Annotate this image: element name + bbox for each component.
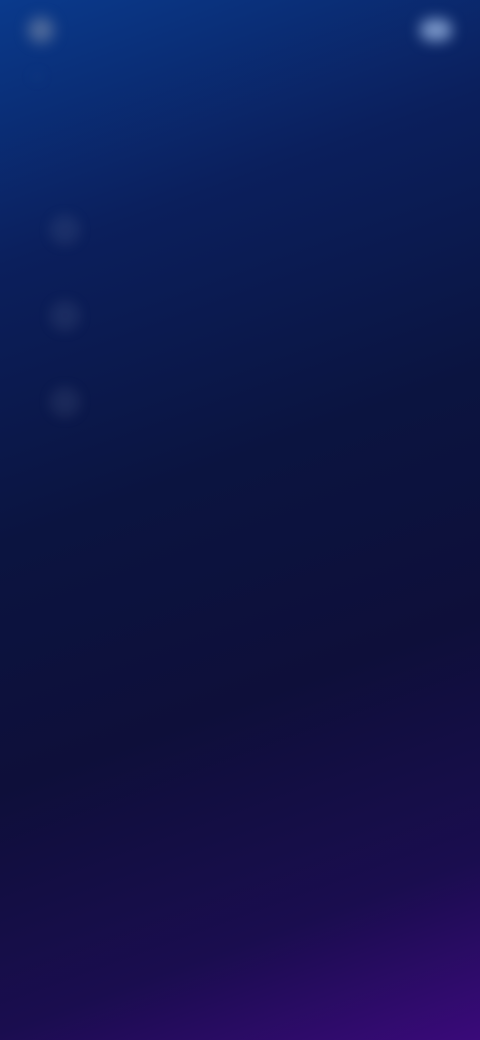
top-bar: [28, 14, 452, 46]
arrow-left-icon[interactable]: ←: [30, 66, 48, 84]
radio-icon: [54, 391, 76, 413]
header-action-button[interactable]: [412, 19, 452, 41]
option-item-1[interactable]: [44, 200, 444, 260]
breadcrumb: ←: [30, 66, 74, 84]
option-item-3[interactable]: [44, 372, 444, 432]
radio-icon: [54, 305, 76, 327]
radio-icon: [54, 219, 76, 241]
option-item-2[interactable]: [44, 286, 444, 346]
brand[interactable]: [28, 17, 62, 43]
toggle-icon: [420, 19, 452, 41]
option-list: [44, 200, 444, 458]
logo-icon: [28, 17, 54, 43]
blurred-screen: ←: [0, 0, 480, 1040]
